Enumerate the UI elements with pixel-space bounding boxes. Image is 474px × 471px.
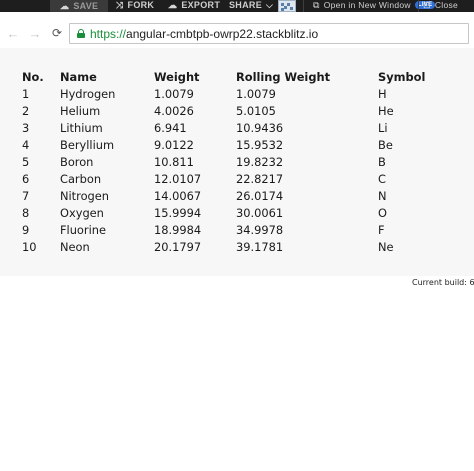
address-bar[interactable]: https://angular-cmbtpb-owrp22.stackblitz… [69, 23, 469, 44]
table-row: 2 Helium 4.0026 5.0105 He [22, 102, 438, 119]
cell-rolling-weight: 26.0174 [236, 188, 284, 203]
cell-weight: 1.0079 [154, 86, 194, 101]
table-row: 4 Beryllium 9.0122 15.9532 Be [22, 136, 438, 153]
cell-weight: 18.9984 [154, 222, 202, 237]
cell-weight: 10.811 [154, 154, 194, 169]
close-label: Close [434, 0, 459, 10]
table-row: 3 Lithium 6.941 10.9436 Li [22, 119, 438, 136]
reload-icon[interactable]: ⟳ [49, 25, 65, 41]
close-button[interactable]: ⊡ Close [423, 0, 458, 11]
url-protocol: https:// [90, 26, 127, 41]
cell-name: Carbon [60, 171, 102, 186]
fork-icon: ⤨ [116, 0, 124, 10]
table-row: 6 Carbon 12.0107 22.8217 C [22, 170, 438, 187]
cell-name: Boron [60, 154, 94, 169]
cell-no: 10 [22, 239, 37, 254]
lock-icon [77, 29, 85, 38]
header-name: Name [60, 69, 97, 84]
header-no: No. [22, 69, 44, 84]
cell-symbol: He [378, 103, 394, 118]
cell-name: Fluorine [60, 222, 106, 237]
cell-rolling-weight: 5.0105 [236, 103, 276, 118]
cell-rolling-weight: 1.0079 [236, 86, 276, 101]
cloud-icon: ☁ [60, 0, 70, 11]
cell-weight: 6.941 [154, 120, 187, 135]
cell-rolling-weight: 30.0061 [236, 205, 284, 220]
cell-no: 6 [22, 171, 30, 186]
cell-no: 5 [22, 154, 30, 169]
table-row: 1 Hydrogen 1.0079 1.0079 H [22, 85, 438, 102]
cell-name: Beryllium [60, 137, 115, 152]
table-row: 8 Oxygen 15.9994 30.0061 O [22, 204, 438, 221]
table-row: 5 Boron 10.811 19.8232 B [22, 153, 438, 170]
cell-symbol: F [378, 222, 385, 237]
table-row: 7 Nitrogen 14.0067 26.0174 N [22, 187, 438, 204]
avatar[interactable] [278, 0, 296, 12]
cell-name: Neon [60, 239, 90, 254]
cloud-download-icon: ☁ [168, 0, 178, 10]
cell-rolling-weight: 19.8232 [236, 154, 284, 169]
cell-symbol: Be [378, 137, 393, 152]
cell-no: 1 [22, 86, 30, 101]
cell-symbol: H [378, 86, 387, 101]
cell-rolling-weight: 15.9532 [236, 137, 284, 152]
cell-weight: 14.0067 [154, 188, 202, 203]
stackblitz-toolbar: ☁ SAVE ⤨ FORK ☁ EXPORT SHARE ⌵ ⧉ Open in… [0, 0, 474, 12]
export-label: EXPORT [181, 0, 221, 10]
cell-weight: 15.9994 [154, 205, 202, 220]
cell-name: Hydrogen [60, 86, 116, 101]
header-rolling-weight: Rolling Weight [236, 69, 331, 84]
cell-symbol: Li [378, 120, 388, 135]
cell-weight: 12.0107 [154, 171, 202, 186]
table-row: 9 Fluorine 18.9984 34.9978 F [22, 221, 438, 238]
share-label: SHARE [229, 0, 263, 10]
cell-no: 3 [22, 120, 30, 135]
divider [303, 0, 304, 12]
back-arrow-icon[interactable]: ← [5, 25, 21, 41]
export-button[interactable]: ☁ EXPORT [168, 0, 220, 11]
cell-weight: 9.0122 [154, 137, 194, 152]
cell-no: 9 [22, 222, 30, 237]
cell-symbol: N [378, 188, 387, 203]
fork-label: FORK [127, 0, 155, 10]
table-header-row: No. Name Weight Rolling Weight Symbol [22, 68, 438, 85]
cell-weight: 20.1797 [154, 239, 202, 254]
open-new-window-label: Open in New Window [323, 0, 411, 10]
save-label: SAVE [73, 1, 99, 11]
app-preview: No. Name Weight Rolling Weight Symbol 1 … [0, 48, 474, 276]
cell-no: 7 [22, 188, 30, 203]
cell-symbol: C [378, 171, 386, 186]
header-symbol: Symbol [378, 69, 426, 84]
cell-symbol: B [378, 154, 386, 169]
fork-button[interactable]: ⤨ FORK [116, 0, 154, 11]
cell-rolling-weight: 34.9978 [236, 222, 284, 237]
cell-weight: 4.0026 [154, 103, 194, 118]
cell-name: Helium [60, 103, 101, 118]
cell-no: 2 [22, 103, 30, 118]
table-row: 10 Neon 20.1797 39.1781 Ne [22, 238, 438, 255]
forward-arrow-icon[interactable]: → [27, 25, 43, 41]
divider [418, 0, 419, 12]
elements-table: No. Name Weight Rolling Weight Symbol 1 … [22, 68, 438, 255]
header-weight: Weight [154, 69, 200, 84]
cell-no: 4 [22, 137, 30, 152]
cell-name: Oxygen [60, 205, 104, 220]
cell-symbol: Ne [378, 239, 394, 254]
cell-rolling-weight: 22.8217 [236, 171, 284, 186]
url-host: angular-cmbtpb-owrp22.stackblitz.io [126, 26, 319, 41]
cell-name: Nitrogen [60, 188, 110, 203]
cell-rolling-weight: 10.9436 [236, 120, 284, 135]
build-version: Current build: 6.4.7 [412, 278, 474, 287]
url-text: https://angular-cmbtpb-owrp22.stackblitz… [90, 27, 318, 41]
cell-rolling-weight: 39.1781 [236, 239, 284, 254]
cell-no: 8 [22, 205, 30, 220]
cell-name: Lithium [60, 120, 103, 135]
chevron-down-icon: ⌵ [266, 0, 274, 10]
close-icon: ⊡ [423, 0, 431, 10]
share-button[interactable]: SHARE ⌵ [229, 0, 273, 11]
save-button[interactable]: ☁ SAVE [50, 0, 108, 12]
new-window-icon: ⧉ [313, 0, 320, 10]
cell-symbol: O [378, 205, 387, 220]
